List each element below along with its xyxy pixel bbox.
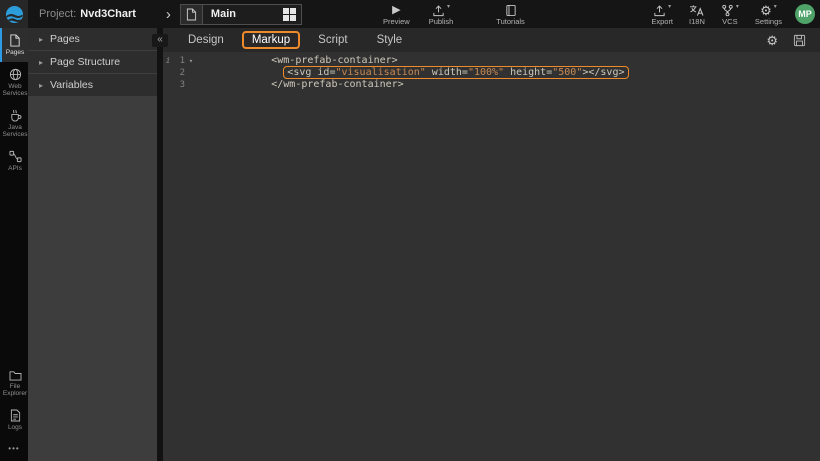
project-name: Nvd3Chart — [80, 8, 136, 20]
panel-section-variables[interactable]: ▸ Variables — [28, 74, 157, 97]
line-number: 3 — [173, 79, 185, 91]
sidebar-item-java-services[interactable]: Java Services — [0, 103, 28, 144]
panel-section-page-structure[interactable]: ▸ Page Structure — [28, 51, 157, 74]
sidebar-item-logs[interactable]: Logs — [0, 403, 28, 437]
code-token-attr: height= — [504, 67, 552, 79]
more-options-icon[interactable]: ••• — [0, 436, 28, 461]
editor-settings-gear-icon[interactable]: ⚙ — [766, 34, 778, 47]
chevron-down-icon: ▾ — [447, 4, 450, 10]
markup-code-editor[interactable]: i 1 ▾ <wm-prefab-container> 2 — [163, 52, 820, 461]
file-explorer-icon — [9, 370, 22, 381]
i18n-button[interactable]: I18N — [686, 2, 708, 27]
pages-icon — [9, 34, 21, 47]
sidebar-item-apis[interactable]: APIs — [0, 144, 28, 178]
gutter-info-icon: i — [163, 55, 173, 67]
project-label: Project: — [39, 8, 76, 20]
vcs-button[interactable]: ▾ VCS — [718, 2, 742, 27]
user-avatar[interactable]: MP — [795, 4, 815, 24]
gear-icon: ⚙ — [760, 4, 772, 17]
save-icon[interactable] — [793, 34, 806, 47]
java-services-icon — [9, 109, 22, 122]
topbar-center-actions: ▶ Preview ▾ Publish — [380, 0, 528, 28]
code-token-string: "500" — [552, 67, 582, 79]
triangle-right-icon: ▸ — [39, 35, 43, 44]
logs-icon — [10, 409, 21, 422]
play-icon: ▶ — [392, 4, 400, 17]
rail-spacer — [0, 177, 28, 364]
line-number: 2 — [173, 67, 185, 79]
triangle-right-icon: ▸ — [39, 81, 43, 90]
wavemaker-logo[interactable] — [0, 0, 28, 28]
sidebar-item-file-explorer[interactable]: File Explorer — [0, 364, 28, 403]
publish-button[interactable]: ▾ Publish — [426, 2, 457, 27]
wavemaker-studio: Project: Nvd3Chart › Main ▶ Preview — [0, 0, 820, 461]
line-number: 1 — [173, 55, 185, 67]
topbar-right-actions: ▾ Export I18N — [638, 0, 815, 28]
translate-icon — [689, 4, 704, 17]
top-bar: Project: Nvd3Chart › Main ▶ Preview — [0, 0, 820, 28]
editor-area: « Design Markup Script Style ⚙ — [163, 28, 820, 461]
triangle-right-icon: ▸ — [39, 58, 43, 67]
publish-upload-icon — [432, 4, 445, 17]
export-icon — [653, 4, 666, 17]
project-title: Project: Nvd3Chart — [39, 8, 136, 20]
chevron-down-icon: ▾ — [736, 4, 739, 10]
left-icon-rail: Pages Web Services Java Services — [0, 28, 28, 461]
page-tab-main[interactable]: Main — [180, 4, 302, 25]
preview-button[interactable]: ▶ Preview — [380, 2, 413, 27]
code-token-tag: ></svg> — [582, 67, 624, 79]
main-area: Pages Web Services Java Services — [0, 28, 820, 461]
code-fold-icon[interactable]: ▾ — [185, 55, 197, 67]
panel-section-pages[interactable]: ▸ Pages — [28, 28, 157, 51]
page-tab-label: Main — [203, 8, 283, 20]
code-token-string: "100%" — [468, 67, 504, 79]
book-icon — [505, 4, 517, 17]
panel-collapse-icon[interactable]: « — [152, 34, 168, 47]
code-token-tag: </wm-prefab-container> — [271, 79, 403, 90]
page-file-icon — [181, 5, 203, 24]
panel-empty-area — [28, 97, 157, 461]
wavemaker-logo-icon — [5, 5, 24, 24]
chevron-right-icon[interactable]: › — [166, 7, 171, 22]
web-services-icon — [9, 68, 22, 81]
chevron-down-icon: ▾ — [668, 4, 671, 10]
tutorials-button[interactable]: Tutorials — [493, 2, 527, 27]
apis-icon — [9, 150, 22, 163]
page-list-grid-icon[interactable] — [283, 8, 296, 21]
settings-button[interactable]: ⚙ ▾ Settings — [752, 2, 785, 27]
code-token-attr: width= — [426, 67, 468, 79]
sidebar-item-web-services[interactable]: Web Services — [0, 62, 28, 103]
pages-panel: ▸ Pages ▸ Page Structure ▸ Variables — [28, 28, 157, 461]
export-button[interactable]: ▾ Export — [648, 2, 676, 27]
sidebar-item-pages[interactable]: Pages — [0, 28, 28, 62]
editor-tools: ⚙ — [766, 34, 820, 47]
branch-icon — [721, 4, 734, 17]
chevron-down-icon: ▾ — [774, 4, 777, 10]
